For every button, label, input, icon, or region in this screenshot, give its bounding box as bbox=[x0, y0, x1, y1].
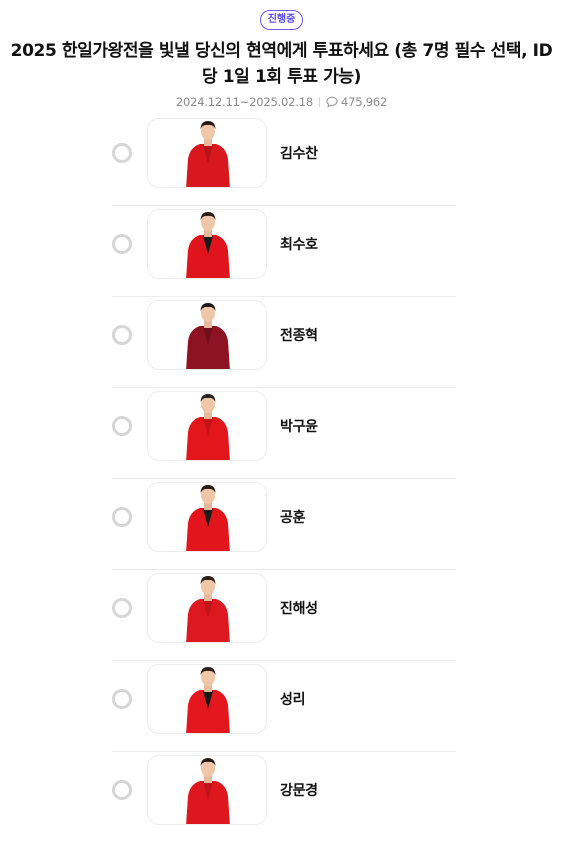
candidate-radio[interactable] bbox=[112, 234, 132, 254]
candidate-radio[interactable] bbox=[112, 143, 132, 163]
candidate-photo bbox=[147, 118, 267, 188]
candidate-radio[interactable] bbox=[112, 689, 132, 709]
candidate-radio[interactable] bbox=[112, 325, 132, 345]
status-badge: 진행중 bbox=[259, 10, 304, 30]
candidate-item[interactable]: 박구윤 bbox=[112, 388, 456, 479]
candidate-name: 공훈 bbox=[280, 510, 306, 526]
candidate-item[interactable]: 진해성 bbox=[112, 570, 456, 661]
vote-meta: 2024.12.11~2025.02.18 475,962 bbox=[0, 95, 563, 109]
candidate-name: 강문경 bbox=[280, 783, 318, 799]
candidate-radio[interactable] bbox=[112, 507, 132, 527]
vote-period: 2024.12.11~2025.02.18 bbox=[175, 95, 313, 109]
candidate-name: 박구윤 bbox=[280, 419, 318, 435]
candidate-name: 진해성 bbox=[280, 601, 318, 617]
candidate-item[interactable]: 전종혁 bbox=[112, 297, 456, 388]
person-figure-icon bbox=[186, 485, 230, 551]
candidate-name: 성리 bbox=[280, 692, 306, 708]
meta-divider bbox=[318, 97, 320, 107]
candidate-item[interactable]: 성리 bbox=[112, 661, 456, 752]
person-figure-icon bbox=[186, 758, 230, 824]
person-figure-icon bbox=[186, 394, 230, 460]
person-figure-icon bbox=[186, 212, 230, 278]
candidate-name: 최수호 bbox=[280, 237, 318, 253]
person-figure-icon bbox=[186, 303, 230, 369]
candidate-item[interactable]: 공훈 bbox=[112, 479, 456, 570]
candidate-photo bbox=[147, 300, 267, 370]
candidate-photo bbox=[147, 391, 267, 461]
candidate-list: 김수찬최수호전종혁박구윤공훈진해성성리강문경 bbox=[112, 115, 456, 842]
candidate-name: 김수찬 bbox=[280, 146, 318, 162]
comment-count-group[interactable]: 475,962 bbox=[326, 95, 387, 109]
candidate-name: 전종혁 bbox=[280, 328, 318, 344]
candidate-radio[interactable] bbox=[112, 416, 132, 436]
candidate-radio[interactable] bbox=[112, 780, 132, 800]
speech-bubble-icon bbox=[326, 96, 338, 108]
comment-count: 475,962 bbox=[340, 95, 388, 109]
candidate-photo bbox=[147, 755, 267, 825]
candidate-item[interactable]: 강문경 bbox=[112, 752, 456, 842]
candidate-item[interactable]: 최수호 bbox=[112, 206, 456, 297]
candidate-photo bbox=[147, 664, 267, 734]
vote-header: 진행중 2025 한일가왕전을 빛낼 당신의 현역에게 투표하세요 (총 7명 … bbox=[0, 0, 563, 109]
candidate-item[interactable]: 김수찬 bbox=[112, 115, 456, 206]
vote-title: 2025 한일가왕전을 빛낼 당신의 현역에게 투표하세요 (총 7명 필수 선… bbox=[10, 41, 553, 87]
candidate-photo bbox=[147, 209, 267, 279]
candidate-photo bbox=[147, 573, 267, 643]
vote-page: 진행중 2025 한일가왕전을 빛낼 당신의 현역에게 투표하세요 (총 7명 … bbox=[0, 0, 563, 842]
candidate-photo bbox=[147, 482, 267, 552]
candidate-radio[interactable] bbox=[112, 598, 132, 618]
person-figure-icon bbox=[186, 576, 230, 642]
person-figure-icon bbox=[186, 667, 230, 733]
person-figure-icon bbox=[186, 121, 230, 187]
